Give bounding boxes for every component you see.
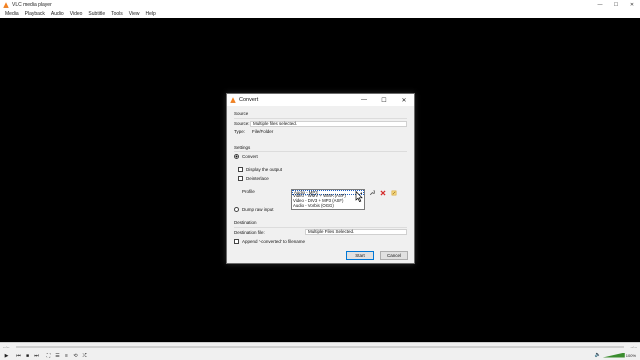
menu-view[interactable]: View: [129, 11, 140, 17]
new-profile-icon[interactable]: [390, 189, 397, 196]
menu-video[interactable]: Video: [70, 11, 83, 17]
speaker-icon[interactable]: 🔈: [595, 352, 601, 358]
menu-subtitle[interactable]: Subtitle: [88, 11, 105, 17]
menu-audio[interactable]: Audio: [51, 11, 64, 17]
dialog-title: Convert: [239, 97, 259, 103]
close-button[interactable]: ✕: [624, 0, 640, 10]
menu-help[interactable]: Help: [146, 11, 156, 17]
shuffle-icon[interactable]: ⤮: [80, 351, 89, 360]
menu-media[interactable]: Media: [5, 11, 19, 17]
play-icon[interactable]: ▶: [2, 351, 11, 360]
source-divider: [234, 118, 407, 119]
fullscreen-icon[interactable]: ⛶: [44, 351, 53, 360]
cancel-button[interactable]: Cancel: [380, 251, 408, 260]
append-converted-checkbox[interactable]: [234, 239, 239, 244]
volume-text: 100%: [625, 352, 636, 358]
dialog-titlebar: Convert — ☐ ✕: [227, 94, 414, 106]
destination-section-title: Destination: [234, 220, 257, 225]
append-converted-label: Append '-converted' to filename: [242, 239, 306, 244]
maximize-button[interactable]: ☐: [608, 0, 624, 10]
main-titlebar: VLC media player — ☐ ✕: [0, 0, 640, 10]
extended-settings-icon[interactable]: ☰: [53, 351, 62, 360]
convert-label: Convert: [242, 154, 258, 159]
type-label: Type:: [234, 129, 246, 134]
dialog-minimize-button[interactable]: —: [354, 94, 374, 106]
dialog-maximize-button[interactable]: ☐: [374, 94, 394, 106]
edit-profile-wrench-icon[interactable]: [368, 189, 375, 196]
total-time: --:--: [630, 344, 637, 349]
menubar: Media Playback Audio Video Subtitle Tool…: [0, 10, 640, 18]
type-value: File/Folder: [252, 129, 274, 134]
deinterlace-label: Deinterlace: [246, 176, 269, 181]
control-buttons: ▶ ⏮ ■ ⏭ ⛶ ☰ ≡ ⟲ ⤮: [0, 351, 640, 360]
display-output-checkbox[interactable]: [238, 167, 243, 172]
destination-file-label: Destination file:: [234, 230, 265, 235]
source-label: Source:: [234, 121, 250, 126]
profile-option[interactable]: Audio - Vorbis (OGG): [292, 203, 364, 208]
deinterlace-checkbox[interactable]: [238, 176, 243, 181]
minimize-button[interactable]: —: [592, 0, 608, 10]
convert-dialog: Convert — ☐ ✕ Source Source: Multiple fi…: [226, 93, 415, 264]
playlist-icon[interactable]: ≡: [62, 351, 71, 360]
window-title: VLC media player: [12, 2, 52, 8]
dialog-window-controls: — ☐ ✕: [354, 94, 414, 106]
dump-raw-radio[interactable]: [234, 207, 239, 212]
stop-icon[interactable]: ■: [23, 351, 32, 360]
convert-radio[interactable]: [234, 154, 239, 159]
menu-playback[interactable]: Playback: [25, 11, 45, 17]
menu-tools[interactable]: Tools: [111, 11, 123, 17]
window-controls: — ☐ ✕: [592, 0, 640, 10]
volume-slider[interactable]: [602, 352, 625, 358]
destination-divider: [234, 227, 407, 228]
dump-raw-label: Dump raw input: [242, 207, 274, 212]
vlc-logo-icon: [3, 2, 9, 8]
seek-row: --:-- --:--: [0, 343, 640, 350]
next-icon[interactable]: ⏭: [32, 351, 41, 360]
dialog-close-button[interactable]: ✕: [394, 94, 414, 106]
source-section-title: Source: [234, 111, 249, 116]
volume-control[interactable]: 🔈 100%: [595, 352, 636, 358]
profile-label: Profile: [242, 189, 255, 194]
source-field: Multiple files selected.: [250, 121, 407, 127]
delete-profile-icon[interactable]: [379, 189, 386, 196]
previous-icon[interactable]: ⏮: [14, 351, 23, 360]
vlc-logo-icon: [230, 97, 236, 103]
loop-icon[interactable]: ⟲: [71, 351, 80, 360]
start-button[interactable]: Start: [346, 251, 374, 260]
player-controls: --:-- --:-- ▶ ⏮ ■ ⏭ ⛶ ☰ ≡ ⟲ ⤮ 🔈 100%: [0, 342, 640, 360]
seek-slider[interactable]: [16, 345, 624, 348]
mouse-pointer-icon: [355, 191, 363, 202]
profile-dropdown[interactable]: Audio - MP3 Video - WMV + WMA (ASF) Vide…: [291, 189, 365, 210]
elapsed-time: --:--: [3, 344, 10, 349]
settings-section-title: Settings: [234, 145, 251, 150]
destination-file-field[interactable]: Multiple Files Selected.: [305, 229, 407, 235]
settings-divider: [234, 151, 407, 152]
display-output-label: Display the output: [246, 167, 283, 172]
